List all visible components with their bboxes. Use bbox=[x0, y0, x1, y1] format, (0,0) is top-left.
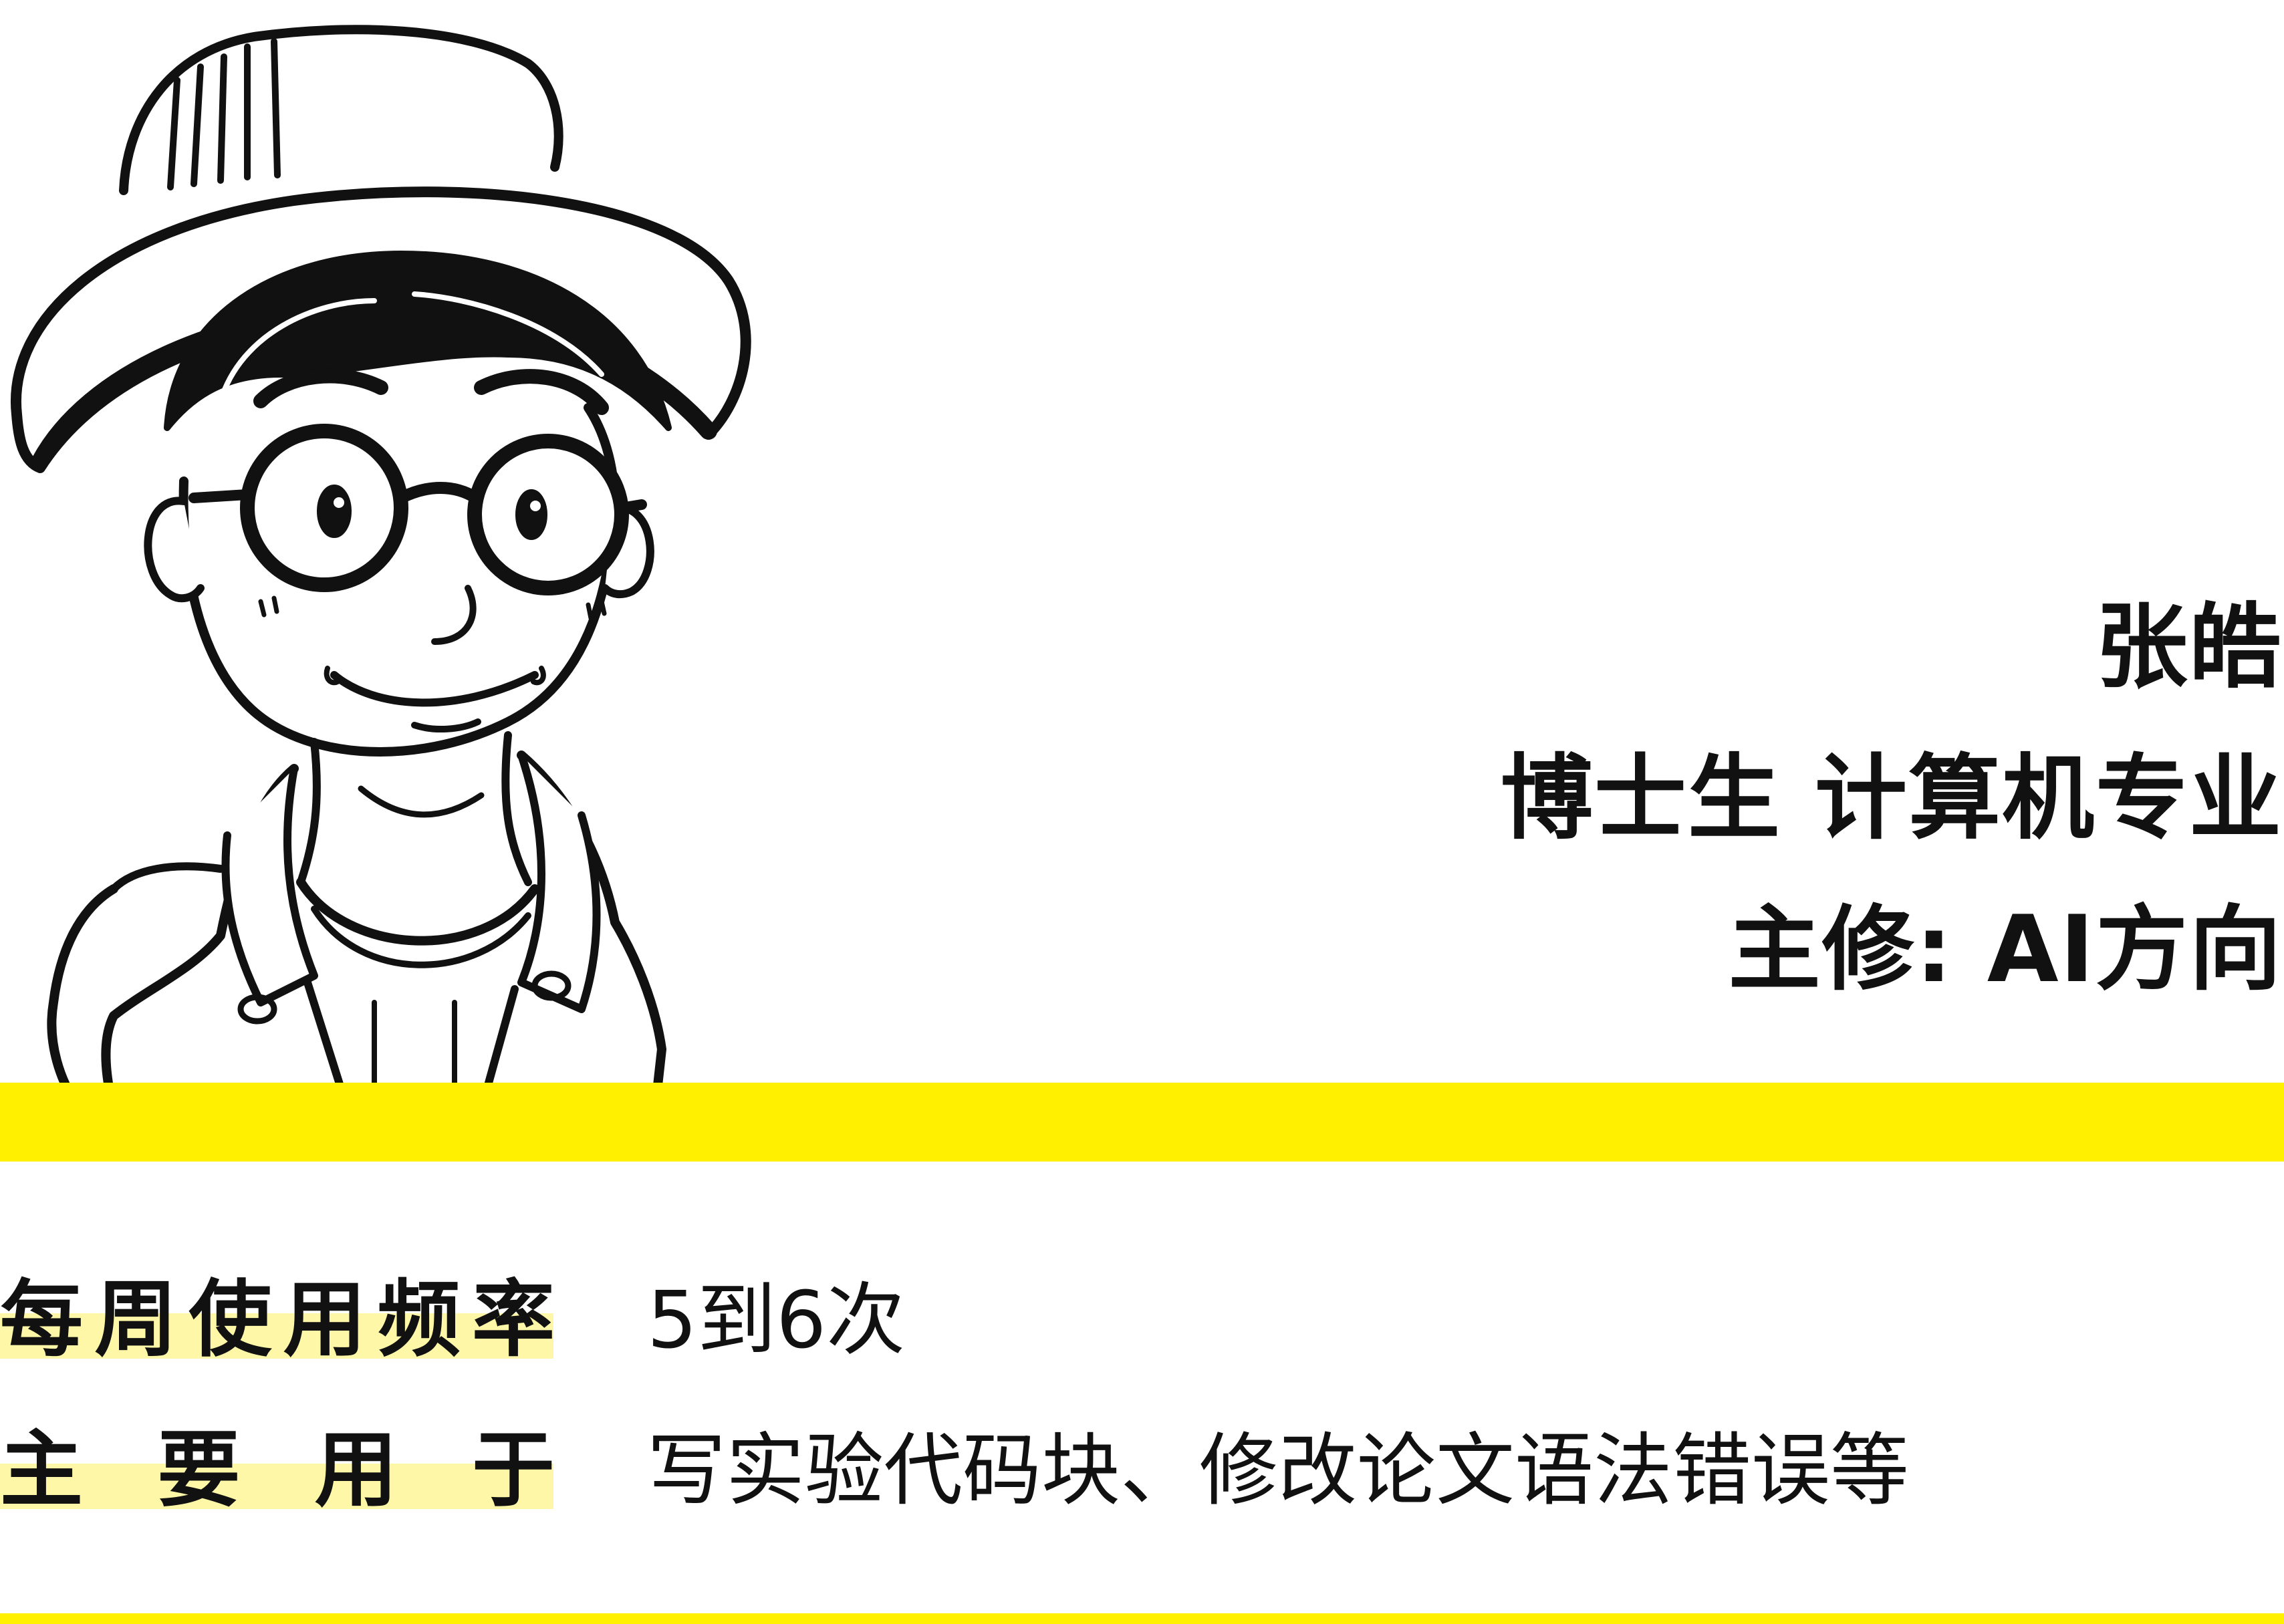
label-char: 于 bbox=[471, 1422, 555, 1518]
label-char: 主 bbox=[0, 1422, 84, 1518]
label-char: 使 bbox=[188, 1272, 272, 1368]
detail-row-usage: 主 要 用 于 写实验代码块、修改论文语法错误等 bbox=[0, 1417, 2284, 1524]
detail-row-frequency: 每 周 使 用 频 率 5到6次 bbox=[0, 1266, 2284, 1373]
label-char: 周 bbox=[94, 1272, 178, 1368]
left-eyebrow bbox=[253, 368, 388, 408]
right-lens bbox=[467, 434, 629, 595]
detail-value-frequency: 5到6次 bbox=[647, 1274, 906, 1366]
glasses-arm-left bbox=[188, 489, 253, 503]
profile-block: 张皓 博士生 计算机专业 主修: AI方向 bbox=[1414, 601, 2283, 996]
detail-label-frequency: 每 周 使 用 频 率 bbox=[0, 1266, 555, 1373]
portrait-illustration bbox=[0, 0, 775, 1109]
detail-value-usage: 写实验代码块、修改论文语法错误等 bbox=[647, 1424, 1910, 1516]
right-eye bbox=[515, 489, 547, 540]
hat-stripe bbox=[271, 38, 281, 178]
glasses-arm-right bbox=[616, 499, 647, 513]
cartoon-portrait-icon bbox=[11, 25, 751, 1109]
label-char: 要 bbox=[157, 1422, 241, 1518]
person-focus: 主修: AI方向 bbox=[1728, 896, 2283, 1003]
yellow-divider-top bbox=[0, 1083, 2284, 1162]
hat-crown bbox=[119, 25, 563, 195]
neck bbox=[297, 731, 532, 886]
left-eye bbox=[317, 485, 352, 538]
hat-stripe bbox=[217, 53, 227, 184]
label-char: 率 bbox=[471, 1272, 555, 1368]
label-char: 用 bbox=[314, 1422, 398, 1518]
yellow-divider-bottom bbox=[0, 1613, 2284, 1624]
label-char: 用 bbox=[283, 1272, 366, 1368]
detail-label-usage: 主 要 用 于 bbox=[0, 1417, 555, 1524]
person-name: 张皓 bbox=[2095, 593, 2283, 701]
label-char: 每 bbox=[0, 1272, 84, 1368]
label-char: 频 bbox=[377, 1272, 461, 1368]
right-eyebrow bbox=[474, 369, 609, 415]
jacket-right-lapel bbox=[517, 751, 601, 1013]
person-role: 博士生 计算机专业 bbox=[1500, 745, 2283, 852]
